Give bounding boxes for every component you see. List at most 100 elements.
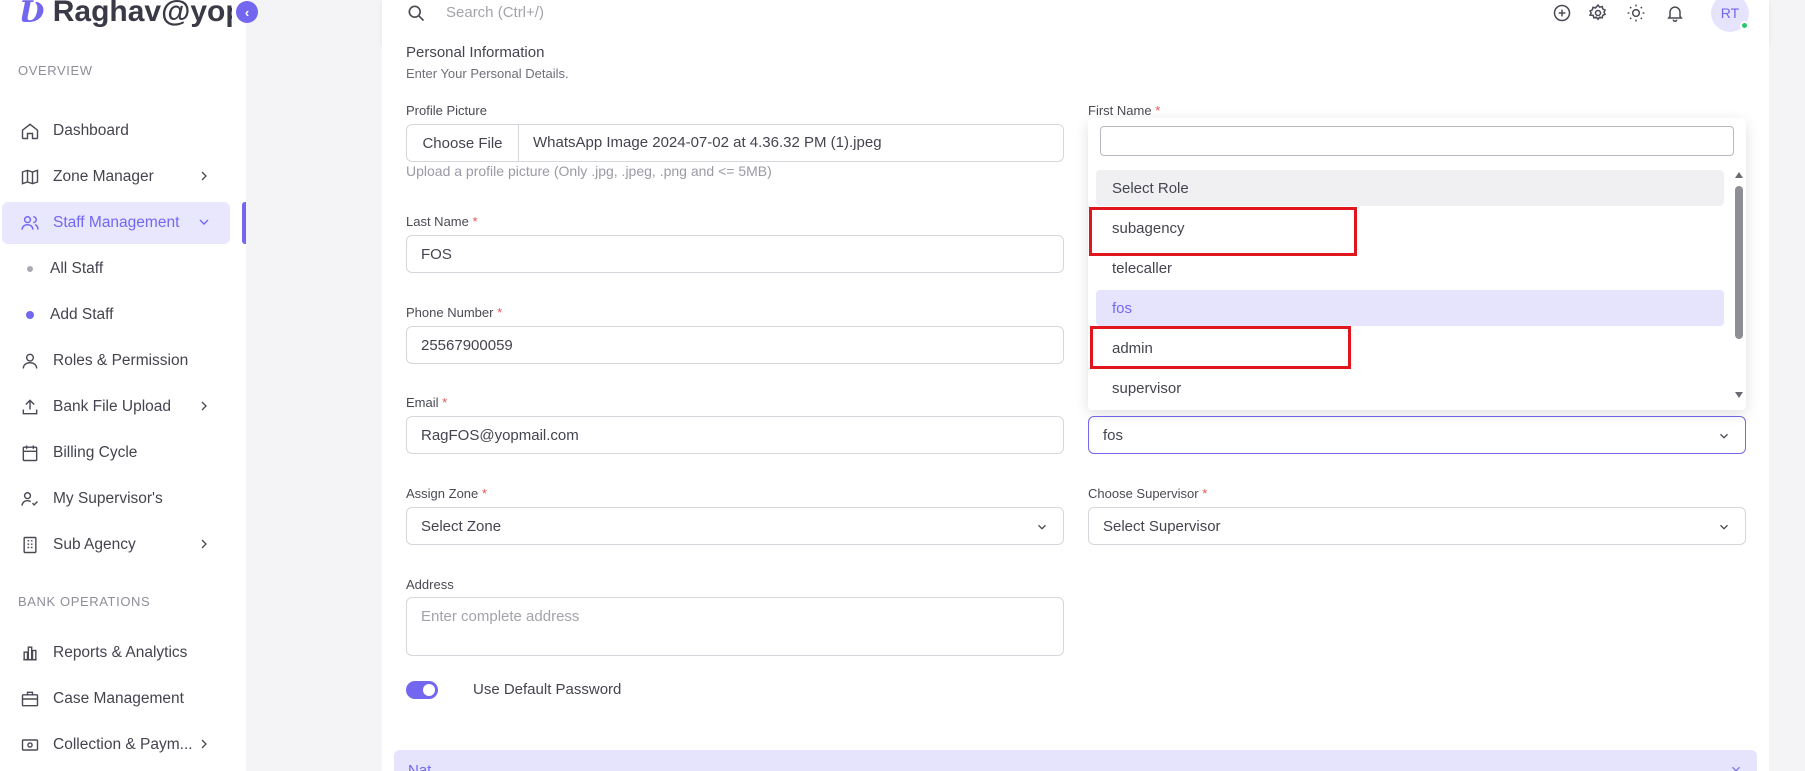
address-textarea[interactable]: Enter complete address [406, 597, 1064, 656]
profile-picture-helper: Upload a profile picture (Only .jpg, .jp… [406, 163, 772, 179]
online-status-dot [1740, 21, 1749, 30]
sidebar-item-dashboard[interactable]: Dashboard [2, 110, 230, 152]
search-icon[interactable] [406, 3, 428, 25]
profile-picture-file-input[interactable]: Choose File WhatsApp Image 2024-07-02 at… [406, 124, 1064, 162]
brand-logo-icon: Ʋ [18, 0, 45, 30]
assign-zone-label-text: Assign Zone [406, 486, 479, 501]
sidebar-item-staff-management[interactable]: Staff Management [2, 202, 230, 244]
required-marker: * [497, 305, 503, 320]
sidebar-subitem-add-staff[interactable]: Add Staff [2, 295, 230, 335]
choose-supervisor-select[interactable]: Select Supervisor [1088, 507, 1746, 545]
sidebar-item-label: Billing Cycle [53, 444, 138, 461]
avatar-initials: RT [1720, 5, 1740, 21]
sidebar-item-label: My Supervisor's [53, 490, 163, 507]
section-title: Personal Information [406, 44, 545, 61]
toggle-knob [423, 684, 435, 696]
collapse-sidebar-button[interactable]: ‹ [236, 1, 258, 23]
sidebar-subitem-all-staff[interactable]: All Staff [2, 249, 230, 289]
highlight-box-subagency [1089, 207, 1357, 256]
bullet-icon [27, 266, 33, 272]
bullet-icon [26, 311, 34, 319]
sidebar-item-my-supervisors[interactable]: My Supervisor's [2, 478, 230, 520]
role-option-fos[interactable]: fos [1096, 290, 1724, 326]
phone-number-field[interactable]: 25567900059 [406, 326, 1064, 364]
selected-file-name: WhatsApp Image 2024-07-02 at 4.36.32 PM … [533, 134, 882, 151]
sidebar-item-label: Roles & Permission [53, 352, 189, 369]
role-search-input[interactable] [1100, 126, 1734, 156]
topbar: Search (Ctrl+/) RT [382, 0, 1769, 44]
sun-icon[interactable] [1626, 3, 1648, 25]
default-password-label: Use Default Password [473, 681, 622, 698]
required-marker: * [1202, 486, 1208, 501]
last-name-label-text: Last Name [406, 214, 469, 229]
chevron-down-icon [1729, 762, 1743, 771]
sidebar-item-roles-permission[interactable]: Roles & Permission [2, 340, 230, 382]
sidebar-item-billing-cycle[interactable]: Billing Cycle [2, 432, 230, 474]
email-label-text: Email [406, 395, 439, 410]
sidebar-item-zone-manager[interactable]: Zone Manager [2, 156, 230, 198]
brand-name: Raghav@yopmail [52, 0, 232, 28]
gear-icon[interactable] [1588, 3, 1610, 25]
chevron-down-icon [1035, 520, 1049, 534]
dropdown-scrollbar[interactable] [1735, 170, 1743, 398]
sidebar-item-label: Reports & Analytics [53, 644, 188, 661]
avatar[interactable]: RT [1711, 0, 1749, 32]
chart-icon [19, 642, 41, 664]
sidebar-item-label: Zone Manager [53, 168, 154, 185]
last-name-label: Last Name * [406, 214, 478, 229]
first-name-label-text: First Name [1088, 103, 1152, 118]
sidebar-item-label: Sub Agency [53, 536, 136, 553]
scroll-down-icon[interactable] [1735, 392, 1743, 398]
chevron-right-icon [196, 736, 212, 752]
role-option-select-role[interactable]: Select Role [1096, 170, 1724, 206]
scrollbar-thumb[interactable] [1735, 186, 1743, 339]
address-label: Address [406, 577, 454, 592]
assign-zone-value: Select Zone [421, 517, 502, 535]
required-marker: * [472, 214, 478, 229]
bell-icon[interactable] [1665, 3, 1687, 25]
choose-file-button[interactable]: Choose File [407, 125, 519, 161]
highlight-box-admin [1090, 326, 1351, 369]
user-icon [19, 350, 41, 372]
sidebar-item-reports-analytics[interactable]: Reports & Analytics [2, 632, 230, 674]
brand[interactable]: Ʋ Raghav@yopmail [18, 0, 232, 32]
cash-icon [19, 734, 41, 756]
choose-supervisor-label-text: Choose Supervisor [1088, 486, 1199, 501]
chevron-right-icon [196, 536, 212, 552]
calendar-icon [19, 442, 41, 464]
sidebar-item-label: Staff Management [53, 214, 180, 231]
choose-supervisor-label: Choose Supervisor * [1088, 486, 1207, 501]
sidebar-item-collection-payment[interactable]: Collection & Paym... [2, 724, 230, 766]
default-password-toggle[interactable] [406, 681, 438, 699]
search-input[interactable]: Search (Ctrl+/) [446, 4, 544, 21]
profile-picture-label: Profile Picture [406, 103, 487, 118]
chevron-right-icon [196, 168, 212, 184]
phone-number-label: Phone Number * [406, 305, 502, 320]
sidebar-item-label: All Staff [50, 260, 104, 277]
role-select[interactable]: fos [1088, 416, 1746, 454]
sidebar-item-label: Case Management [53, 690, 184, 707]
sidebar-item-sub-agency[interactable]: Sub Agency [2, 524, 230, 566]
scroll-up-icon[interactable] [1735, 172, 1743, 178]
sidebar-item-label: Bank File Upload [53, 398, 172, 415]
email-field[interactable]: RagFOS@yopmail.com [406, 416, 1064, 454]
section-label-bank-operations: BANK OPERATIONS [18, 594, 151, 609]
required-marker: * [442, 395, 448, 410]
choose-supervisor-value: Select Supervisor [1103, 517, 1221, 535]
next-section-header[interactable]: Nat [394, 750, 1757, 771]
plus-circle-icon[interactable] [1552, 3, 1574, 25]
briefcase-icon [19, 688, 41, 710]
upload-icon [19, 396, 41, 418]
assign-zone-select[interactable]: Select Zone [406, 507, 1064, 545]
section-label-overview: OVERVIEW [18, 63, 93, 78]
last-name-field[interactable]: FOS [406, 235, 1064, 273]
required-marker: * [481, 486, 487, 501]
building-icon [19, 534, 41, 556]
chevron-down-icon [1717, 429, 1731, 443]
sidebar-item-case-management[interactable]: Case Management [2, 678, 230, 720]
role-option-supervisor[interactable]: supervisor [1096, 370, 1724, 406]
email-label: Email * [406, 395, 447, 410]
sidebar-item-bank-file-upload[interactable]: Bank File Upload [2, 386, 230, 428]
first-name-label: First Name * [1088, 103, 1160, 118]
home-icon [19, 120, 41, 142]
